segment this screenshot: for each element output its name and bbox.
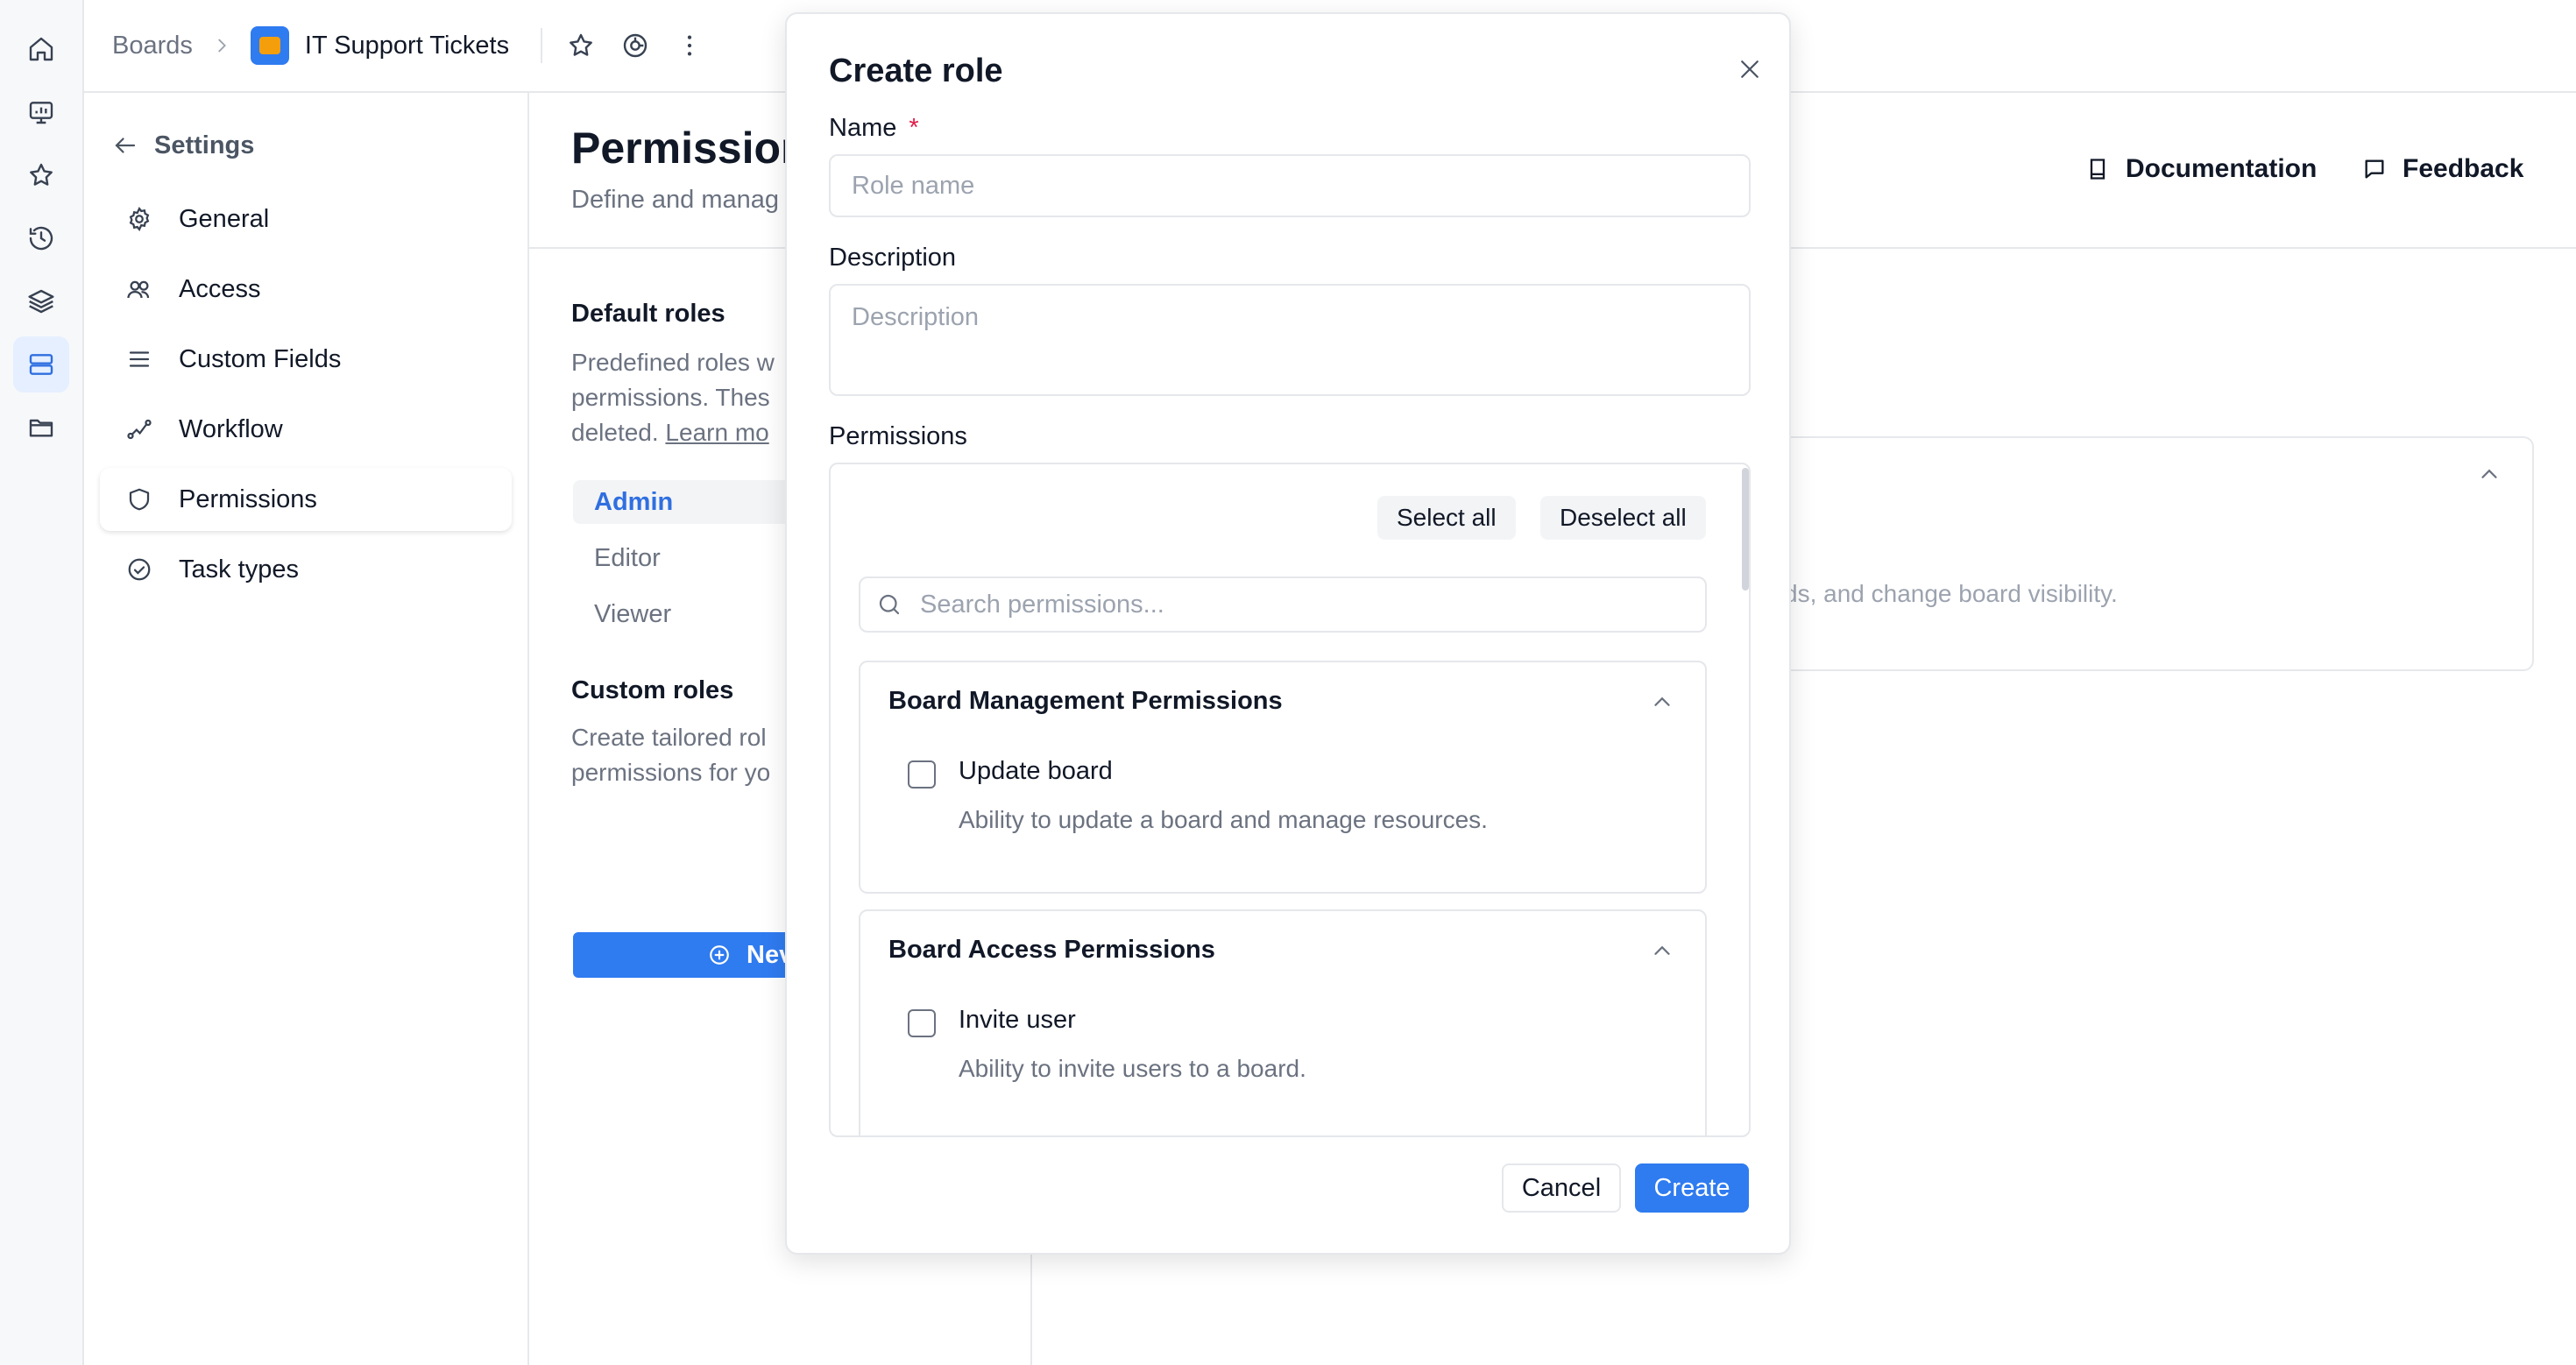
book-icon — [2090, 159, 2105, 180]
documentation-label: Documentation — [2126, 154, 2318, 183]
permission-card-description: ields, and change board visibility. — [1759, 580, 2118, 607]
chevron-right-icon — [218, 39, 226, 53]
more-options-button[interactable] — [674, 30, 705, 61]
scrollbar[interactable] — [1742, 468, 1749, 591]
sidebar-item-task-types[interactable]: Task types — [100, 538, 512, 601]
sidebar-item-label: Task types — [179, 555, 299, 583]
settings-sidebar: Settings General Access Custom Fields Wo… — [84, 93, 529, 1365]
sidebar-item-access[interactable]: Access — [100, 258, 512, 321]
rail-favorites-button[interactable] — [13, 147, 69, 203]
permissions-panel: Select all Deselect all Board Management… — [829, 463, 1751, 1137]
search-icon — [879, 594, 900, 615]
dashboard-icon — [29, 102, 53, 124]
chevron-up-icon[interactable] — [2476, 461, 2502, 487]
permission-name: Invite user — [959, 1006, 1076, 1034]
cancel-button[interactable]: Cancel — [1502, 1163, 1621, 1213]
create-role-dialog: Create role Name* Description Permission… — [785, 12, 1791, 1255]
board-logo — [250, 26, 289, 65]
rail-folder-button[interactable] — [13, 400, 69, 456]
chevron-up-icon[interactable] — [1649, 937, 1675, 964]
permission-group-board-management: Board Management Permissions Update boar… — [859, 661, 1707, 894]
permission-search — [859, 576, 1707, 633]
arrow-left-icon — [115, 138, 136, 153]
chevron-up-icon[interactable] — [1649, 689, 1675, 715]
required-marker: * — [909, 114, 919, 142]
history-icon — [29, 226, 53, 251]
sidebar-item-custom-fields[interactable]: Custom Fields — [100, 328, 512, 391]
gear-icon — [129, 206, 150, 232]
watch-icon — [623, 33, 648, 58]
page-title: Permission — [571, 124, 808, 173]
app-rail — [0, 0, 84, 1365]
create-button[interactable]: Create — [1635, 1163, 1749, 1213]
layers-icon — [28, 289, 54, 314]
close-icon[interactable] — [1737, 56, 1763, 82]
sidebar-item-label: Custom Fields — [179, 344, 342, 373]
sidebar-item-label: Access — [179, 274, 261, 303]
description-textarea[interactable] — [829, 284, 1751, 396]
feedback-label: Feedback — [2403, 154, 2524, 183]
permission-group-board-access: Board Access Permissions Invite user Abi… — [859, 909, 1707, 1135]
workflow-icon — [127, 419, 152, 440]
rail-dashboard-button[interactable] — [13, 84, 69, 140]
rail-boards-button[interactable] — [13, 336, 69, 393]
message-icon — [2365, 159, 2384, 179]
invite-user-checkbox[interactable] — [908, 1009, 936, 1037]
role-name-input[interactable] — [829, 154, 1751, 217]
users-icon — [127, 280, 150, 299]
dialog-title: Create role — [829, 53, 1003, 89]
name-label: Name * — [829, 114, 919, 142]
permission-description: Ability to invite users to a board. — [959, 1055, 1306, 1082]
divider — [541, 28, 543, 63]
settings-back-label: Settings — [154, 131, 255, 159]
default-roles-title: Default roles — [571, 300, 725, 328]
sidebar-item-permissions[interactable]: Permissions — [100, 468, 512, 531]
select-all-button[interactable]: Select all — [1377, 496, 1516, 540]
home-icon — [29, 37, 53, 61]
star-icon — [570, 33, 593, 56]
check-circle-icon — [128, 558, 151, 581]
watch-board-button[interactable] — [619, 30, 651, 61]
boards-icon — [29, 354, 53, 375]
breadcrumb-boards-link[interactable]: Boards — [112, 32, 193, 60]
list-icon — [129, 351, 150, 367]
sidebar-item-label: Workflow — [179, 414, 283, 443]
shield-icon — [129, 488, 150, 511]
search-permissions-input[interactable] — [920, 590, 1691, 619]
custom-roles-title: Custom roles — [571, 676, 734, 704]
sidebar-item-label: General — [179, 204, 270, 233]
permission-name: Update board — [959, 757, 1113, 785]
settings-back-link[interactable]: Settings — [100, 119, 512, 172]
sidebar-item-label: Permissions — [179, 484, 317, 513]
permissions-label: Permissions — [829, 422, 967, 450]
feedback-link[interactable]: Feedback — [2362, 154, 2523, 184]
documentation-link[interactable]: Documentation — [2085, 154, 2317, 184]
learn-more-link[interactable]: Learn mo — [665, 419, 768, 446]
group-title: Board Management Permissions — [888, 687, 1283, 715]
description-label: Description — [829, 244, 957, 272]
page-subtitle: Define and manag — [571, 186, 779, 214]
rail-home-button[interactable] — [13, 21, 69, 77]
favorite-board-button[interactable] — [565, 30, 597, 61]
sidebar-item-general[interactable]: General — [100, 187, 512, 251]
permission-description: Ability to update a board and manage res… — [959, 806, 1488, 833]
deselect-all-button[interactable]: Deselect all — [1540, 496, 1706, 540]
folder-icon — [29, 419, 53, 437]
plus-circle-icon — [710, 945, 729, 965]
update-board-checkbox[interactable] — [908, 760, 936, 789]
rail-history-button[interactable] — [13, 210, 69, 266]
more-vertical-icon — [687, 35, 692, 56]
star-icon — [30, 163, 53, 186]
board-name[interactable]: IT Support Tickets — [305, 32, 509, 60]
group-title: Board Access Permissions — [888, 936, 1215, 964]
sidebar-item-workflow[interactable]: Workflow — [100, 398, 512, 461]
rail-layers-button[interactable] — [13, 273, 69, 329]
